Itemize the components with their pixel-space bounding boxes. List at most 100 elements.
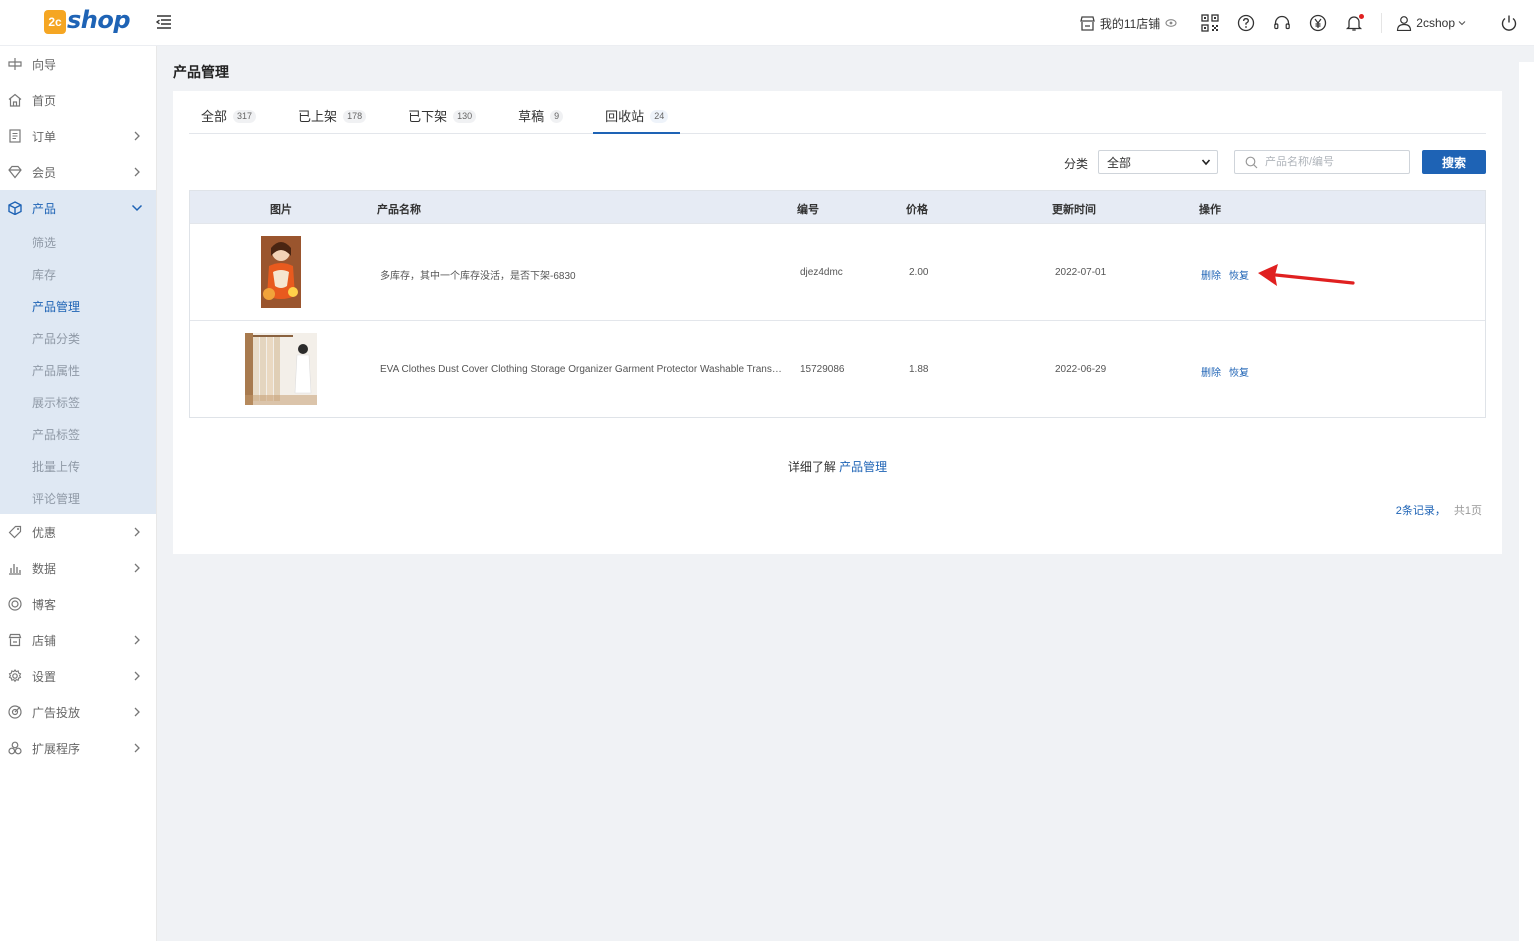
sidebar-item-label: 订单: [32, 129, 57, 144]
sidebar-item-label: 向导: [32, 57, 57, 72]
sidebar-item-data[interactable]: 数据: [0, 550, 156, 586]
page-count: 共1页: [1453, 505, 1482, 517]
header-code: 编号: [797, 204, 819, 216]
eye-icon[interactable]: [1165, 18, 1177, 28]
orders-icon: [9, 129, 21, 143]
store-label: 我的11店铺: [1099, 16, 1161, 31]
tab-drafts[interactable]: 草稿 9: [506, 106, 575, 134]
sidebar-item-label: 数据: [32, 561, 57, 576]
chevron-down-icon: [1458, 21, 1466, 26]
chevron-right-icon: [134, 563, 140, 573]
submenu-item-product-attributes[interactable]: 产品属性: [0, 354, 156, 386]
submenu-item-filter[interactable]: 筛选: [0, 226, 156, 258]
learn-more: 详细了解 产品管理: [173, 458, 1502, 475]
sidebar-item-extensions[interactable]: 扩展程序: [0, 730, 156, 766]
restore-link[interactable]: 恢复: [1229, 364, 1249, 379]
submenu-item-product-management[interactable]: 产品管理: [0, 290, 156, 322]
sidebar-item-home[interactable]: 首页: [0, 82, 156, 118]
headset-icon[interactable]: [1273, 14, 1291, 32]
search-field[interactable]: [1234, 150, 1410, 174]
tab-label: 全部: [201, 109, 228, 124]
top-header: 2c shop 我的11店铺 2cshop: [0, 0, 1534, 46]
tab-count: 24: [650, 110, 669, 123]
diamond-icon: [8, 165, 22, 179]
sidebar-item-ads[interactable]: 广告投放: [0, 694, 156, 730]
target-icon: [8, 705, 22, 719]
search-button[interactable]: 搜索: [1422, 150, 1486, 174]
sidebar-item-label: 广告投放: [32, 705, 81, 720]
menu-collapse-icon[interactable]: [156, 14, 172, 30]
sidebar-item-store[interactable]: 店铺: [0, 622, 156, 658]
product-image: [261, 236, 301, 308]
product-updated: 2022-07-01: [1055, 267, 1107, 278]
user-menu[interactable]: 2cshop: [1396, 15, 1470, 31]
search-input[interactable]: [1265, 156, 1405, 168]
tag-icon: [8, 525, 22, 539]
tab-listed[interactable]: 已上架 178: [286, 106, 378, 134]
sidebar: 向导 首页 订单 会员 产品 筛选 库存 产品管理 产品分类 产品属性 展示标签…: [0, 46, 157, 941]
page-title: 产品管理: [173, 64, 229, 80]
user-icon: [1397, 16, 1412, 31]
delete-link[interactable]: 删除: [1201, 364, 1221, 379]
sidebar-item-discounts[interactable]: 优惠: [0, 514, 156, 550]
notification-dot: [1359, 14, 1365, 19]
product-name: 多库存，其中一个库存没活，是否下架-6830: [380, 271, 576, 282]
chevron-right-icon: [134, 167, 140, 177]
submenu-item-bulk-upload[interactable]: 批量上传: [0, 450, 156, 482]
sidebar-item-label: 博客: [32, 597, 57, 612]
category-select[interactable]: 全部: [1098, 150, 1218, 174]
restore-link[interactable]: 恢复: [1229, 267, 1249, 282]
submenu-item-product-category[interactable]: 产品分类: [0, 322, 156, 354]
sidebar-item-label: 首页: [32, 93, 57, 108]
tab-label: 已上架: [298, 109, 338, 124]
logo[interactable]: 2c shop: [44, 6, 131, 34]
chevron-right-icon: [134, 743, 140, 753]
tab-label: 回收站: [605, 109, 645, 124]
tab-all[interactable]: 全部 317: [189, 106, 268, 134]
currency-icon[interactable]: [1309, 14, 1327, 32]
product-updated: 2022-06-29: [1055, 364, 1107, 375]
sidebar-item-orders[interactable]: 订单: [0, 118, 156, 154]
row-actions: 删除 恢复: [1201, 267, 1257, 282]
tab-label: 草稿: [518, 109, 545, 124]
product-thumbnail[interactable]: [245, 236, 317, 308]
submenu-item-inventory[interactable]: 库存: [0, 258, 156, 290]
header-divider: [1381, 13, 1383, 33]
bar-chart-icon: [9, 564, 21, 575]
submenu-item-display-tags[interactable]: 展示标签: [0, 386, 156, 418]
home-icon: [8, 93, 22, 107]
delete-link[interactable]: 删除: [1201, 267, 1221, 282]
extensions-icon: [8, 741, 22, 755]
qrcode-icon[interactable]: [1201, 14, 1219, 32]
power-icon[interactable]: [1500, 14, 1518, 32]
chevron-right-icon: [134, 527, 140, 537]
sidebar-item-settings[interactable]: 设置: [0, 658, 156, 694]
store-switcher[interactable]: 我的11店铺: [1079, 15, 1181, 32]
notification-button[interactable]: [1345, 14, 1365, 32]
sidebar-item-products[interactable]: 产品: [0, 190, 156, 226]
submenu-item-product-tags[interactable]: 产品标签: [0, 418, 156, 450]
chevron-down-icon: [131, 204, 143, 212]
help-icon[interactable]: [1237, 14, 1255, 32]
logo-badge: 2c: [44, 10, 66, 34]
tab-unlisted[interactable]: 已下架 130: [396, 106, 488, 134]
sidebar-item-blog[interactable]: 博客: [0, 586, 156, 622]
logo-text: shop: [67, 6, 131, 34]
sidebar-item-label: 优惠: [32, 525, 57, 540]
learn-more-text: 详细了解: [787, 460, 836, 474]
record-count: 2条记录，: [1395, 505, 1446, 517]
submenu-item-reviews[interactable]: 评论管理: [0, 482, 156, 514]
learn-more-link[interactable]: 产品管理: [839, 460, 887, 474]
category-select-value: 全部: [1107, 155, 1132, 170]
row-actions: 删除 恢复: [1201, 364, 1257, 379]
status-tabs: 全部 317 已上架 178 已下架 130 草稿 9 回收站 24: [189, 106, 1486, 134]
sidebar-item-guide[interactable]: 向导: [0, 46, 156, 82]
sidebar-item-members[interactable]: 会员: [0, 154, 156, 190]
header-actions: 操作: [1199, 204, 1221, 216]
tab-recycle-bin[interactable]: 回收站 24: [593, 106, 681, 134]
product-price: 2.00: [909, 267, 929, 278]
table-row: EVA Clothes Dust Cover Clothing Storage …: [190, 320, 1485, 417]
scrollbar[interactable]: [1519, 62, 1534, 941]
guide-icon: [8, 58, 22, 70]
product-thumbnail[interactable]: [245, 333, 317, 405]
